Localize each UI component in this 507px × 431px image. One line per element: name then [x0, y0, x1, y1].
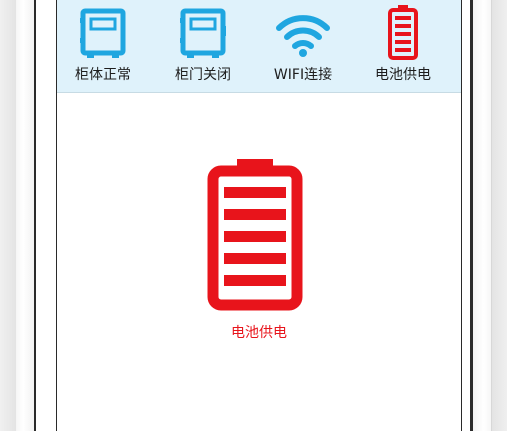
phone-frame-left-edge: [16, 0, 34, 431]
phone-bezel-left: [34, 0, 36, 431]
status-strip: 柜体正常 柜门关闭 WIFI连接 电池供电: [57, 0, 461, 93]
power-source-label: 电池供电: [231, 325, 287, 341]
status-item-wifi[interactable]: WIFI连接: [253, 0, 353, 92]
phone-frame-right: [491, 0, 507, 431]
status-label-battery: 电池供电: [375, 67, 431, 83]
status-label-door: 柜门关闭: [175, 67, 231, 83]
app-page: 柜体正常 柜门关闭 WIFI连接 电池供电 电池供电: [0, 0, 507, 431]
battery-icon: [388, 5, 418, 60]
wifi-icon: [276, 15, 330, 57]
status-item-battery[interactable]: 电池供电: [353, 0, 453, 92]
status-label-cabinet: 柜体正常: [75, 67, 131, 83]
phone-frame-left: [0, 0, 17, 431]
phone-screen: 柜体正常 柜门关闭 WIFI连接 电池供电 电池供电: [56, 0, 462, 431]
battery-icon: [207, 159, 303, 311]
phone-frame-right-edge: [473, 0, 491, 431]
safe-icon: [80, 8, 126, 58]
safe-door-closed-icon: [180, 8, 226, 58]
status-item-door[interactable]: 柜门关闭: [153, 0, 253, 92]
status-label-wifi: WIFI连接: [273, 67, 333, 83]
status-item-cabinet[interactable]: 柜体正常: [53, 0, 153, 92]
